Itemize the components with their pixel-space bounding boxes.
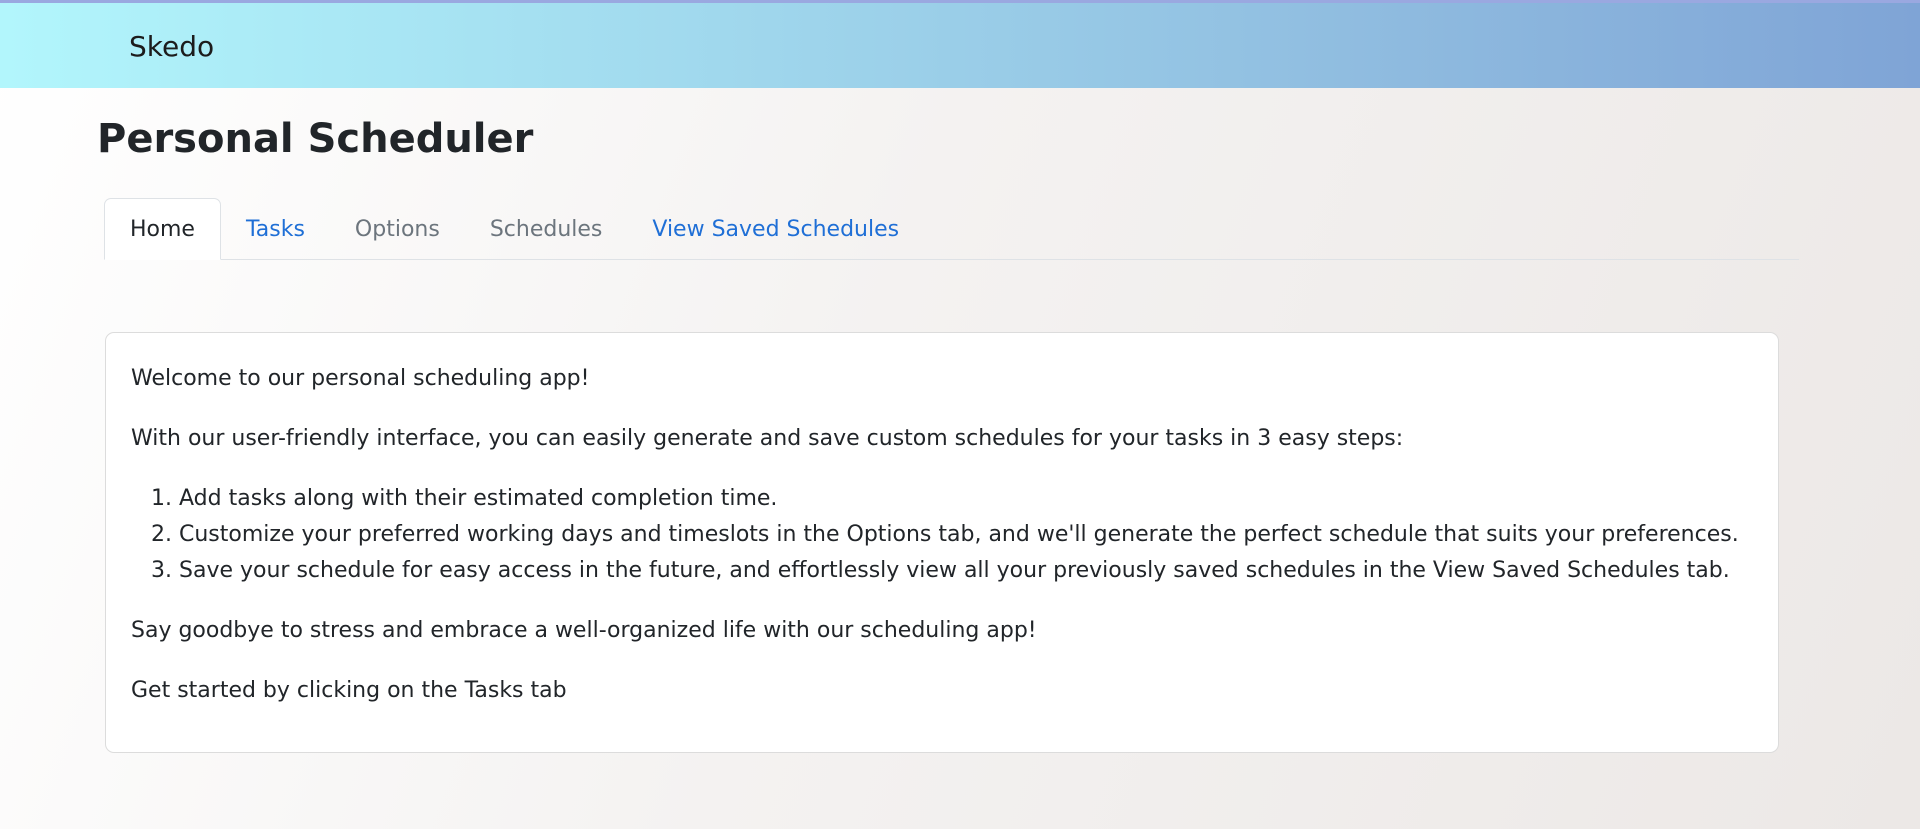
step-item: Customize your preferred working days an… — [179, 517, 1753, 553]
tab-options[interactable]: Options — [330, 199, 465, 260]
brand-link[interactable]: Skedo — [129, 30, 214, 64]
outro-text: Say goodbye to stress and embrace a well… — [131, 618, 1037, 643]
tab-schedules[interactable]: Schedules — [465, 199, 628, 260]
intro-text: With our user-friendly interface, you ca… — [131, 426, 1404, 451]
step-item: Add tasks along with their estimated com… — [179, 481, 1753, 517]
page-title: Personal Scheduler — [97, 116, 534, 162]
tab-home[interactable]: Home — [104, 198, 221, 260]
welcome-text: Welcome to our personal scheduling app! — [131, 366, 590, 391]
step-item: Save your schedule for easy access in th… — [179, 553, 1753, 589]
steps-list: Add tasks along with their estimated com… — [131, 481, 1753, 589]
tab-bar: Home Tasks Options Schedules View Saved … — [104, 198, 1799, 260]
cta-text: Get started by clicking on the Tasks tab — [131, 678, 567, 703]
home-content-card: Welcome to our personal scheduling app! … — [105, 332, 1779, 753]
tab-view-saved-schedules[interactable]: View Saved Schedules — [627, 199, 924, 260]
top-navbar: Skedo — [0, 0, 1920, 88]
tab-tasks[interactable]: Tasks — [221, 199, 330, 260]
